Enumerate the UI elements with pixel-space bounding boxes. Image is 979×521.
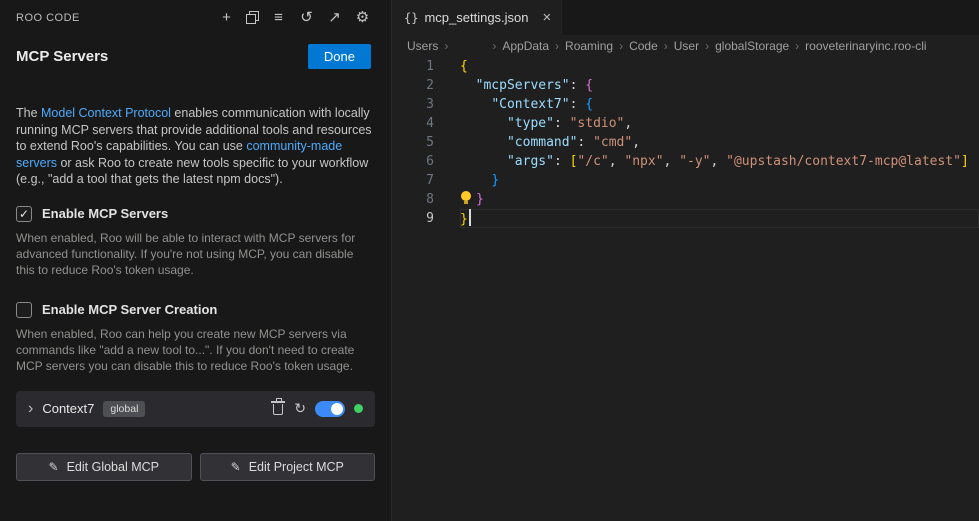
enable-mcp-servers-label: Enable MCP Servers [42,206,168,221]
check-icon: ✓ [19,207,29,221]
edit-project-mcp-button[interactable]: ✎ Edit Project MCP [200,453,376,481]
extension-title: ROO CODE [16,12,80,24]
text-cursor [469,209,471,226]
breadcrumb-item[interactable]: AppData [502,39,549,53]
done-button[interactable]: Done [308,44,371,69]
code-line[interactable]: "Context7": { [460,95,979,114]
breadcrumb-separator: › [705,39,709,53]
breadcrumb-separator: › [444,39,448,53]
gutter[interactable]: 123456789 [392,57,434,521]
enable-mcp-creation-label: Enable MCP Server Creation [42,302,217,317]
chevron-right-icon[interactable]: › [28,402,33,416]
intro-text-part: or ask Roo to create new tools specific … [16,156,368,187]
line-number[interactable]: 1 [392,57,434,76]
breadcrumb-separator: › [664,39,668,53]
panel-toolbar: + ≡ ↺ ↗ ⚙ [218,9,371,26]
line-number[interactable]: 2 [392,76,434,95]
tab-bar: {} mcp_settings.json × [392,0,979,35]
lightbulb-icon[interactable] [460,191,476,204]
tab-label: mcp_settings.json [424,10,528,25]
code-line[interactable]: } [460,190,979,209]
breadcrumb-item[interactable]: User [674,39,699,53]
breadcrumb-item[interactable]: globalStorage [715,39,789,53]
line-number[interactable]: 9 [392,209,434,228]
code-line[interactable]: } [460,171,979,190]
pencil-icon: ✎ [231,460,241,474]
panel-header: ROO CODE + ≡ ↺ ↗ ⚙ [0,0,391,26]
server-status-dot [354,404,363,413]
restart-server-icon[interactable]: ↻ [294,400,306,417]
server-name: Context7 [42,401,94,416]
code-line[interactable]: "type": "stdio", [460,114,979,133]
enable-mcp-servers-checkbox[interactable]: ✓ [16,206,32,222]
breadcrumb-item[interactable]: Users [407,39,438,53]
roo-code-panel: ROO CODE + ≡ ↺ ↗ ⚙ MCP Servers Done The … [0,0,392,521]
code-line[interactable]: } [460,209,979,228]
footer-buttons: ✎ Edit Global MCP ✎ Edit Project MCP [16,453,375,481]
history-icon[interactable]: ↺ [298,9,315,26]
edit-global-mcp-button[interactable]: ✎ Edit Global MCP [16,453,192,481]
close-tab-icon[interactable]: × [543,9,552,26]
code-line[interactable]: "mcpServers": { [460,76,979,95]
breadcrumb-separator: › [795,39,799,53]
code-line[interactable]: { [460,57,979,76]
breadcrumb-separator: › [492,39,496,53]
enable-mcp-creation-row[interactable]: Enable MCP Server Creation [16,302,375,318]
server-enabled-toggle[interactable] [315,401,345,417]
model-context-protocol-link[interactable]: Model Context Protocol [41,106,171,120]
json-file-icon: {} [404,11,418,25]
enable-mcp-servers-row[interactable]: ✓ Enable MCP Servers [16,206,375,222]
breadcrumb-item[interactable]: Code [629,39,658,53]
tab-mcp-settings-json[interactable]: {} mcp_settings.json × [392,0,562,35]
toggle-knob [331,403,343,415]
intro-text: The Model Context Protocol enables commu… [16,105,373,188]
open-in-editor-icon[interactable]: ↗ [326,9,343,26]
enable-mcp-creation-description: When enabled, Roo can help you create ne… [16,326,366,374]
edit-global-mcp-label: Edit Global MCP [67,460,159,474]
page-title: MCP Servers [16,48,108,65]
breadcrumb-item[interactable]: Roaming [565,39,613,53]
settings-gear-icon[interactable]: ⚙ [354,9,371,26]
editor-group: {} mcp_settings.json × Users › › AppData › Ro… [392,0,979,521]
code-area[interactable]: 123456789 { "mcpServers": { "Context7": … [392,57,979,521]
server-row-context7[interactable]: › Context7 global ↻ [16,391,375,427]
breadcrumb-separator: › [619,39,623,53]
code-line[interactable]: "command": "cmd", [460,133,979,152]
code-lines[interactable]: { "mcpServers": { "Context7": { "type": … [460,57,979,521]
line-number[interactable]: 3 [392,95,434,114]
line-number[interactable]: 7 [392,171,434,190]
line-number[interactable]: 5 [392,133,434,152]
enable-mcp-servers-description: When enabled, Roo will be able to intera… [16,230,366,278]
copy-icon[interactable] [246,11,259,24]
breadcrumb: Users › › AppData › Roaming › Code › User › globalS… [392,35,979,57]
edit-project-mcp-label: Edit Project MCP [249,460,344,474]
line-number[interactable]: 8 [392,190,434,209]
enable-mcp-creation-checkbox[interactable] [16,302,32,318]
delete-server-icon[interactable] [273,404,283,415]
page-header: MCP Servers Done [0,26,391,69]
new-task-plus-icon[interactable]: + [218,9,235,26]
code-line[interactable]: "args": ["/c", "npx", "-y", "@upstash/co… [460,152,979,171]
server-scope-badge: global [103,401,145,417]
mcp-servers-icon[interactable]: ≡ [270,9,287,26]
breadcrumb-separator: › [555,39,559,53]
breadcrumb-item[interactable]: rooveterinaryinc.roo-cli [805,39,926,53]
line-number[interactable]: 6 [392,152,434,171]
line-number[interactable]: 4 [392,114,434,133]
pencil-icon: ✎ [49,460,59,474]
intro-text-part: The [16,106,41,120]
